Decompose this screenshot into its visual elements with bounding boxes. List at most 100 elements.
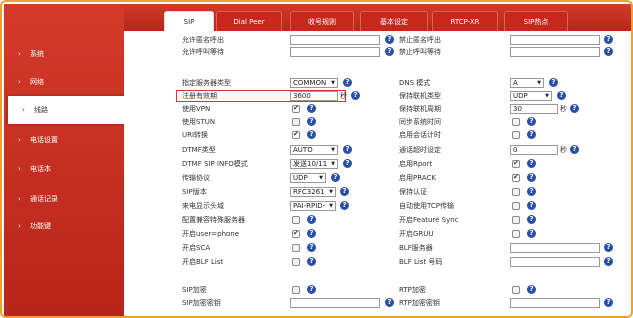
chevron-right-icon: › [18,195,21,203]
input-rtp-encrypt-key[interactable] [510,298,600,308]
help-icon[interactable]: ? [527,285,536,294]
input-keepalive-period[interactable]: 30 [510,104,558,114]
checkbox-sync-time[interactable] [512,118,520,126]
checkbox-auto-tcp[interactable] [512,202,520,210]
checkbox-rtp-encrypt[interactable] [512,286,520,294]
input-sip-encrypt-key[interactable] [290,298,380,308]
input-reg-expire[interactable]: 3600 [290,91,338,101]
checkbox-feature-sync[interactable] [512,216,520,224]
help-icon[interactable]: ? [307,104,316,113]
checkbox-prack[interactable] [512,173,520,182]
help-icon[interactable]: ? [570,104,579,113]
sidebar-item-line[interactable]: › 线路 [8,96,124,124]
sidebar-item-system[interactable]: › 系统 [4,40,122,68]
tab-sip-hotspot[interactable]: SIP热点 [504,11,568,31]
help-icon[interactable]: ? [527,229,536,238]
input-blf-server[interactable] [510,243,600,253]
help-icon[interactable]: ? [307,215,316,224]
checkbox-keep-auth[interactable] [512,188,520,196]
label-auto-tcp: 自动使用TCP传输 [399,202,454,210]
label-sip-encrypt: SIP加密 [182,286,207,294]
label-block-anonymous: 禁止匿名呼出 [399,36,441,44]
checkbox-session-timer[interactable] [512,131,520,139]
select-keepalive-type[interactable]: UDP ▼ [510,91,552,101]
help-icon[interactable]: ? [527,173,536,182]
help-icon[interactable]: ? [604,257,613,266]
tab-sip[interactable]: SIP [164,11,214,31]
help-icon[interactable]: ? [385,47,394,56]
tab-rtcp-xr[interactable]: RTCP-XR [432,11,498,31]
help-icon[interactable]: ? [343,78,352,87]
sidebar-item-network[interactable]: › 网络 [4,68,122,96]
checkbox-use-vpn[interactable] [292,104,300,113]
label-allow-wait: 允许呼叫等待 [182,48,224,56]
help-icon[interactable]: ? [307,243,316,252]
checkbox-private-server[interactable] [292,216,300,224]
help-icon[interactable]: ? [604,47,613,56]
label-server-type: 指定服务器类型 [182,79,231,87]
unit-seconds: 秒 [340,92,347,100]
checkbox-sip-encrypt[interactable] [292,286,300,294]
help-icon[interactable]: ? [549,78,558,87]
checkbox-use-stun[interactable] [292,118,300,126]
tab-dial-peer[interactable]: Dial Peer [216,11,282,31]
help-icon[interactable]: ? [307,257,316,266]
label-keep-auth: 保持认证 [399,188,427,196]
sidebar-item-phone-settings[interactable]: › 电话设置 [4,126,122,154]
select-sip-version[interactable]: RFC3261 ▼ [290,187,336,197]
input-blf-list-number[interactable] [510,257,600,267]
help-icon[interactable]: ? [527,117,536,126]
help-icon[interactable]: ? [343,159,352,168]
help-icon[interactable]: ? [385,35,394,44]
checkbox-sca[interactable] [292,244,300,252]
help-icon[interactable]: ? [385,298,394,307]
input-block-wait[interactable] [510,47,600,57]
checkbox-gruu[interactable] [512,230,520,238]
label-dtmf-info: DTMF SIP INFO模式 [182,160,248,168]
help-icon[interactable]: ? [527,215,536,224]
sidebar-item-phonebook[interactable]: › 电话本 [4,155,122,183]
help-icon[interactable]: ? [604,298,613,307]
label-transport: 传输协议 [182,174,210,182]
help-icon[interactable]: ? [527,159,536,168]
label-keepalive-period: 保持联机周期 [399,105,441,113]
sidebar-item-call-log[interactable]: › 通话记录 [4,185,122,213]
select-caller-id[interactable]: PAI-RPID- ▼ [290,201,336,211]
caret-down-icon: ▼ [331,80,335,86]
checkbox-rport[interactable] [512,159,520,168]
help-icon[interactable]: ? [527,130,536,139]
input-allow-wait[interactable] [290,47,380,57]
input-allow-anonymous[interactable] [290,35,380,45]
help-icon[interactable]: ? [307,130,316,139]
select-dns-mode[interactable]: A ▼ [510,78,544,88]
help-icon[interactable]: ? [527,201,536,210]
help-icon[interactable]: ? [604,35,613,44]
sidebar-item-function-keys[interactable]: › 功能键 [4,212,122,240]
checkbox-uri-convert[interactable] [292,130,300,139]
help-icon[interactable]: ? [527,187,536,196]
help-icon[interactable]: ? [307,285,316,294]
help-icon[interactable]: ? [307,117,316,126]
select-transport[interactable]: UDP ▼ [290,173,326,183]
input-session-timeout[interactable]: 0 [510,145,558,155]
help-icon[interactable]: ? [340,187,349,196]
select-dtmf-info[interactable]: 发送10/11 ▼ [290,159,338,169]
help-icon[interactable]: ? [557,91,566,100]
help-icon[interactable]: ? [570,145,579,154]
help-icon[interactable]: ? [343,145,352,154]
input-block-anonymous[interactable] [510,35,600,45]
tab-basic-settings[interactable]: 基本设定 [360,11,428,31]
label-keepalive-type: 保持联机类型 [399,92,441,100]
help-icon[interactable]: ? [307,229,316,238]
checkbox-blf-list[interactable] [292,258,300,266]
help-icon[interactable]: ? [331,173,340,182]
tab-dial-rules[interactable]: 收号规则 [290,11,354,31]
label-session-timer: 启用会话计时 [399,131,441,139]
help-icon[interactable]: ? [604,243,613,252]
label-rtp-encrypt-key: RTP加密密钥 [399,299,440,307]
checkbox-user-phone[interactable] [292,229,300,238]
help-icon[interactable]: ? [351,91,360,100]
select-server-type[interactable]: COMMON ▼ [290,78,338,88]
help-icon[interactable]: ? [340,201,349,210]
select-dtmf-type[interactable]: AUTO ▼ [290,145,338,155]
